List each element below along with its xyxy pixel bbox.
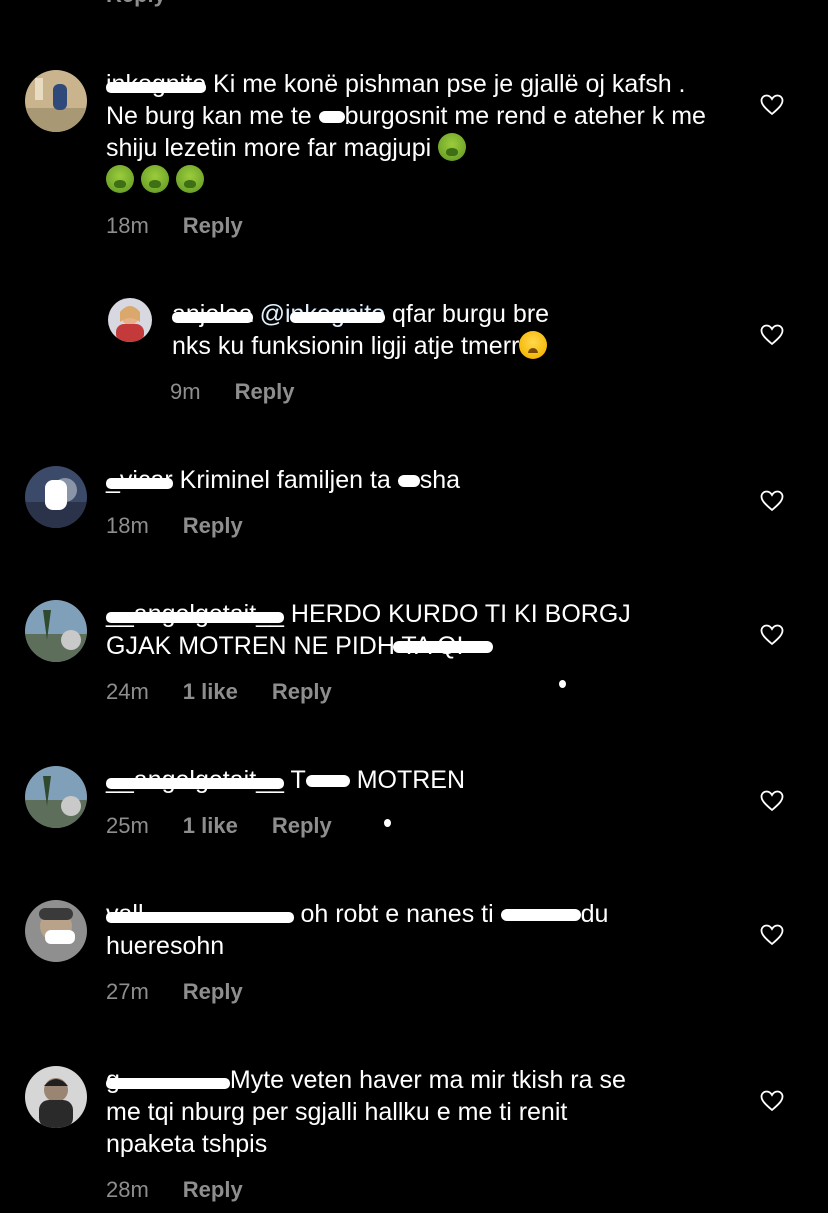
decorative-dot (384, 819, 391, 827)
nauseated-face-icon (438, 133, 467, 161)
comment-meta: 25m 1 like Reply (106, 813, 332, 839)
avatar[interactable] (25, 900, 87, 962)
comment-text: anjeloa @inkognito qfar burgu bre nks ku… (172, 300, 550, 360)
comment-meta: 18m Reply (106, 513, 243, 539)
heart-icon[interactable] (760, 624, 784, 646)
comment-meta: 24m 1 like Reply (106, 679, 332, 705)
reply-button[interactable]: Reply (183, 979, 243, 1005)
reply-button[interactable]: Reply (183, 213, 243, 239)
heart-icon[interactable] (760, 924, 784, 946)
avatar[interactable] (25, 766, 87, 828)
comment-username[interactable]: __angelgetait__ (106, 766, 284, 794)
crying-face-icon (519, 331, 548, 359)
comment-time: 18m (106, 213, 149, 238)
comment-text: __angelgetait__ HERDO KURDO TI KI BORGJ … (106, 600, 631, 660)
heart-icon[interactable] (760, 790, 784, 812)
heart-icon[interactable] (760, 490, 784, 512)
comment-username[interactable]: __angelgetait__ (106, 600, 284, 628)
comment-text: inkognito Ki me konë pishman pse je gjal… (106, 68, 716, 196)
reply-button[interactable]: Reply (272, 679, 332, 705)
reply-button[interactable]: Reply (272, 813, 332, 839)
nauseated-face-icon (106, 165, 134, 193)
comment-text: gMyte veten haver ma mir tkish ra se me … (106, 1066, 626, 1158)
avatar[interactable] (25, 600, 87, 662)
avatar[interactable] (108, 298, 152, 342)
comment-text: __angelgetait__ T MOTREN (106, 764, 716, 796)
comment-meta: 18m Reply (106, 213, 243, 239)
mention-link[interactable]: @inkognito (260, 300, 386, 328)
comment-username[interactable]: inkognito (106, 70, 207, 98)
nauseated-face-icon (175, 165, 204, 193)
comment-text: _vicar Kriminel familjen ta sha (106, 464, 716, 496)
likes-count[interactable]: 1 like (183, 813, 238, 839)
comment-meta: 28m Reply (106, 1177, 243, 1203)
reply-button[interactable]: Reply (183, 513, 243, 539)
comment-username[interactable]: _vicar (106, 466, 173, 494)
heart-icon[interactable] (760, 324, 784, 346)
reply-button[interactable]: Reply (183, 1177, 243, 1203)
avatar[interactable] (25, 1066, 87, 1128)
comment-username[interactable]: anjeloa (172, 300, 253, 328)
comment-time: 25m (106, 813, 149, 838)
reply-button[interactable]: Reply (235, 379, 295, 405)
comment-time: 24m (106, 679, 149, 704)
comment-meta: 27m Reply (106, 979, 243, 1005)
comment-time: 27m (106, 979, 149, 1004)
heart-icon[interactable] (760, 1090, 784, 1112)
comment-time: 9m (170, 379, 201, 404)
decorative-dot (559, 680, 566, 688)
avatar[interactable] (25, 466, 87, 528)
avatar[interactable] (25, 70, 87, 132)
comment-username[interactable]: vall (106, 900, 294, 928)
comment-username[interactable]: g (106, 1066, 230, 1094)
comment-meta: 9m Reply (170, 379, 294, 405)
likes-count[interactable]: 1 like (183, 679, 238, 705)
comment-text: vall oh robt e nanes ti du hueresohn (106, 900, 609, 960)
comment-time: 18m (106, 513, 149, 538)
comment-time: 28m (106, 1177, 149, 1202)
nauseated-face-icon (140, 165, 169, 193)
heart-icon[interactable] (760, 94, 784, 116)
top-reply-fragment[interactable]: Reply (106, 0, 166, 8)
